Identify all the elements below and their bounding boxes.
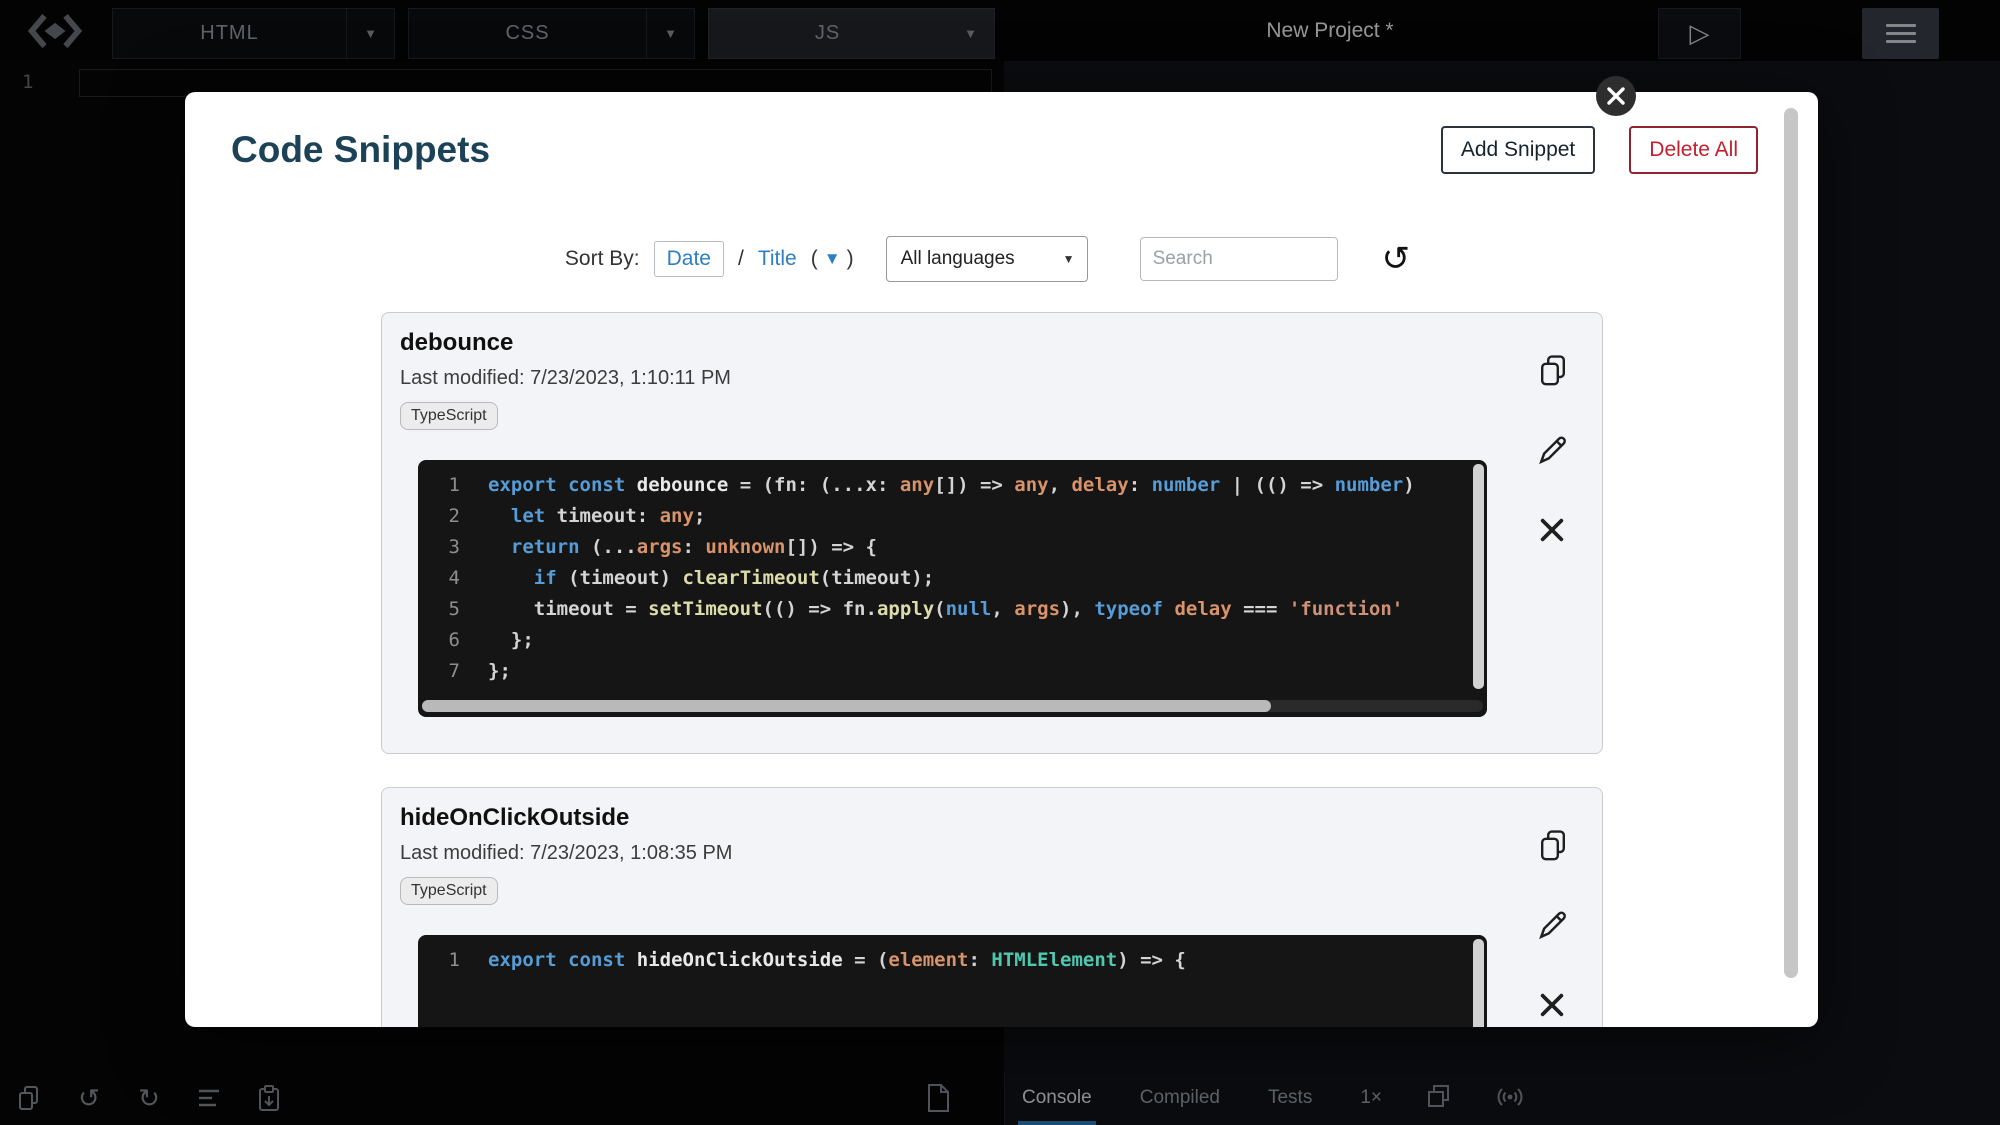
delete-snippet-button[interactable]: [1536, 988, 1570, 1022]
code-line: 2 let timeout: any;: [418, 501, 1487, 532]
code-horizontal-scrollbar[interactable]: [422, 700, 1271, 712]
delete-all-button[interactable]: Delete All: [1629, 126, 1758, 174]
copy-snippet-button[interactable]: [1536, 828, 1570, 862]
snippet-code-block[interactable]: 1export const debounce = (fn: (...x: any…: [418, 460, 1487, 717]
snippet-title: hideOnClickOutside: [400, 804, 1602, 832]
sort-date-button[interactable]: Date: [654, 241, 724, 277]
copy-icon: [1536, 353, 1570, 389]
sort-title-button[interactable]: Title: [758, 247, 797, 271]
copy-icon: [1536, 828, 1570, 864]
snippet-language-badge: TypeScript: [400, 402, 498, 430]
code-line: 1export const hideOnClickOutside = (elem…: [418, 945, 1487, 976]
code-line-number: 2: [418, 501, 460, 532]
modal-header: Code Snippets Add Snippet Delete All: [185, 92, 1818, 174]
code-line: 7};: [418, 656, 1487, 687]
snippet-card: debounce Last modified: 7/23/2023, 1:10:1…: [381, 312, 1603, 754]
snippet-controls: Sort By: Date / Title ( ▼ ) All language…: [185, 236, 1804, 282]
snippet-title: debounce: [400, 329, 1602, 357]
code-line: 5 timeout = setTimeout(() => fn.apply(nu…: [418, 594, 1487, 625]
snippet-actions: [1536, 353, 1570, 547]
chevron-down-icon: ▼: [1063, 252, 1075, 266]
modal-close-button[interactable]: [1596, 76, 1636, 116]
close-icon: [1536, 514, 1568, 546]
sort-direction-triangle-icon: ▼: [824, 249, 841, 269]
snippet-actions: [1536, 828, 1570, 1022]
code-line-number: 3: [418, 532, 460, 563]
pencil-icon: [1536, 433, 1570, 467]
snippet-last-modified: Last modified: 7/23/2023, 1:08:35 PM: [400, 842, 1602, 865]
code-line: 4 if (timeout) clearTimeout(timeout);: [418, 563, 1487, 594]
pencil-icon: [1536, 908, 1570, 942]
code-line-number: 1: [418, 470, 460, 501]
copy-snippet-button[interactable]: [1536, 353, 1570, 387]
code-line-number: 6: [418, 625, 460, 656]
edit-snippet-button[interactable]: [1536, 433, 1570, 467]
modal-title: Code Snippets: [231, 129, 1441, 171]
sort-separator: /: [738, 247, 744, 271]
code-horizontal-scroll-track[interactable]: [422, 700, 1483, 712]
code-line-number: 1: [418, 945, 460, 976]
modal-scrollbar[interactable]: [1784, 108, 1798, 978]
code-line-number: 5: [418, 594, 460, 625]
refresh-button[interactable]: ↺: [1382, 242, 1411, 276]
code-line: 6 };: [418, 625, 1487, 656]
sort-by-label: Sort By:: [565, 247, 640, 271]
code-snippets-modal: Code Snippets Add Snippet Delete All Sor…: [185, 92, 1818, 1027]
snippet-code-block[interactable]: 1export const hideOnClickOutside = (elem…: [418, 935, 1487, 1027]
snippet-search-input[interactable]: [1140, 237, 1338, 281]
code-line-number: 7: [418, 656, 460, 687]
sort-direction[interactable]: ( ▼ ): [811, 247, 854, 271]
language-filter-value: All languages: [901, 248, 1015, 270]
add-snippet-button[interactable]: Add Snippet: [1441, 126, 1595, 174]
close-icon: [1536, 989, 1568, 1021]
code-vertical-scrollbar[interactable]: [1473, 939, 1484, 1027]
edit-snippet-button[interactable]: [1536, 908, 1570, 942]
snippet-card: hideOnClickOutside Last modified: 7/23/20…: [381, 787, 1603, 1027]
snippet-list: debounce Last modified: 7/23/2023, 1:10:1…: [185, 312, 1818, 1027]
language-filter-select[interactable]: All languages ▼: [886, 236, 1088, 282]
code-line: 1export const debounce = (fn: (...x: any…: [418, 470, 1487, 501]
code-line-number: 4: [418, 563, 460, 594]
code-line: 3 return (...args: unknown[]) => {: [418, 532, 1487, 563]
code-vertical-scrollbar[interactable]: [1473, 464, 1484, 689]
snippet-last-modified: Last modified: 7/23/2023, 1:10:11 PM: [400, 367, 1602, 390]
snippet-language-badge: TypeScript: [400, 877, 498, 905]
delete-snippet-button[interactable]: [1536, 513, 1570, 547]
